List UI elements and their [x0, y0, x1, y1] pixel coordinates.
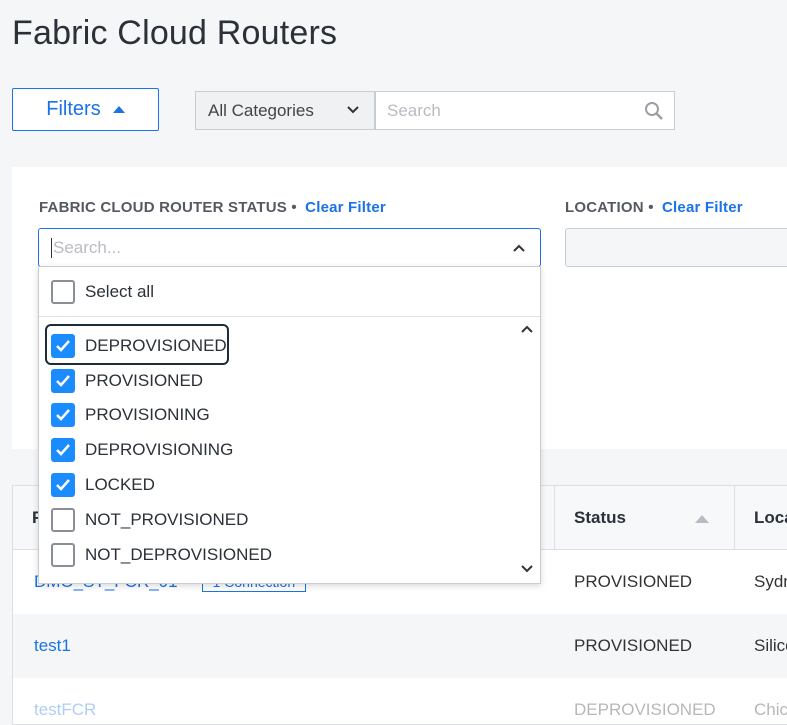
- location-filter-title: LOCATION: [565, 199, 644, 216]
- status-dropdown-list: Select all DEPROVISIONED PROVISIONED PRO…: [38, 266, 541, 584]
- divider: [39, 316, 540, 317]
- location-filter-bullet: •: [648, 199, 654, 216]
- check-icon: [56, 479, 70, 491]
- checkbox-checked[interactable]: [51, 473, 75, 497]
- status-option-label: LOCKED: [85, 475, 155, 494]
- status-cell: PROVISIONED: [574, 572, 693, 591]
- chevron-up-icon[interactable]: [512, 241, 526, 255]
- scroll-down-icon[interactable]: [520, 563, 534, 575]
- filters-button-label: Filters: [46, 98, 101, 120]
- router-name-link[interactable]: test1: [34, 636, 71, 656]
- scroll-up-icon[interactable]: [520, 323, 534, 335]
- select-all-option[interactable]: Select all: [51, 277, 154, 307]
- sort-asc-icon[interactable]: [695, 514, 709, 523]
- status-option[interactable]: DEPROVISIONED: [51, 331, 227, 361]
- checkbox[interactable]: [51, 543, 75, 567]
- checkbox-checked[interactable]: [51, 438, 75, 462]
- column-header-location[interactable]: Loca: [734, 486, 787, 550]
- status-filter-bullet: •: [291, 199, 297, 216]
- check-icon: [56, 375, 70, 387]
- caret-up-icon: [112, 106, 125, 113]
- status-option-label: NOT_DEPROVISIONED: [85, 545, 273, 564]
- checkbox-checked[interactable]: [51, 369, 75, 393]
- status-option-label: NOT_PROVISIONED: [85, 510, 249, 529]
- location-clear-filter-link[interactable]: Clear Filter: [662, 199, 743, 216]
- status-cell: PROVISIONED: [574, 636, 693, 655]
- status-option[interactable]: NOT_DEPROVISIONED: [51, 540, 272, 570]
- location-cell: Silico: [754, 636, 787, 655]
- search-icon[interactable]: [644, 101, 664, 121]
- checkbox-checked[interactable]: [51, 334, 75, 358]
- router-name-link[interactable]: testFCR: [34, 700, 96, 720]
- status-search-placeholder: Search...: [53, 237, 122, 257]
- status-option[interactable]: DEPROVISIONING: [51, 435, 233, 465]
- table-row[interactable]: test1 PROVISIONED Silico: [13, 614, 787, 678]
- category-select-value: All Categories: [208, 100, 314, 120]
- status-option[interactable]: LOCKED: [51, 470, 155, 500]
- status-cell: DEPROVISIONED: [574, 700, 716, 719]
- status-option-label: DEPROVISIONED: [85, 336, 227, 355]
- category-select[interactable]: All Categories: [195, 91, 375, 130]
- status-search-input[interactable]: Search...: [38, 228, 541, 267]
- status-clear-filter-link[interactable]: Clear Filter: [305, 199, 386, 216]
- chevron-down-icon: [347, 106, 359, 114]
- column-header-status-label: Status: [574, 508, 626, 527]
- status-option-label: PROVISIONING: [85, 405, 210, 424]
- table-row[interactable]: testFCR DEPROVISIONED Chic: [13, 678, 787, 725]
- check-icon: [56, 444, 70, 456]
- checkbox[interactable]: [51, 508, 75, 532]
- location-filter-input[interactable]: [565, 228, 787, 267]
- status-option[interactable]: NOT_PROVISIONED: [51, 505, 248, 535]
- text-cursor: [51, 237, 52, 258]
- checkbox-checked[interactable]: [51, 403, 75, 427]
- status-option[interactable]: PROVISIONING: [51, 400, 210, 430]
- check-icon: [56, 409, 70, 421]
- location-cell: Chic: [754, 700, 787, 719]
- status-option-label: PROVISIONED: [85, 371, 204, 390]
- page-title: Fabric Cloud Routers: [12, 14, 338, 52]
- location-filter-label: LOCATION • Clear Filter: [565, 199, 743, 216]
- filters-button[interactable]: Filters: [12, 88, 159, 131]
- search-placeholder: Search: [387, 100, 441, 120]
- column-header-status[interactable]: Status: [554, 486, 734, 550]
- checkbox[interactable]: [51, 280, 75, 304]
- status-option[interactable]: PROVISIONED: [51, 366, 203, 396]
- status-option-label: DEPROVISIONING: [85, 440, 234, 459]
- search-input[interactable]: Search: [375, 91, 675, 130]
- status-filter-label: FABRIC CLOUD ROUTER STATUS • Clear Filte…: [39, 199, 386, 216]
- select-all-label: Select all: [85, 282, 154, 301]
- check-icon: [56, 340, 70, 352]
- location-cell: Sydn: [754, 572, 787, 591]
- status-filter-title: FABRIC CLOUD ROUTER STATUS: [39, 199, 287, 216]
